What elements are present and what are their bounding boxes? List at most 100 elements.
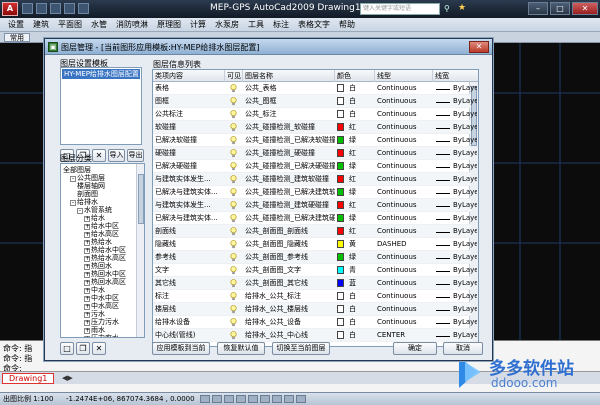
cell-color-name[interactable]: 绿 [347, 161, 375, 172]
cell-lineweight[interactable]: ByLayer [451, 317, 477, 328]
table-row[interactable]: 与建筑实体发生... 公共_碰撞检测_建筑软碰撞 红Continuous ByLaye… [153, 173, 477, 186]
ducs-icon[interactable] [272, 395, 282, 403]
undo-icon[interactable] [64, 3, 75, 14]
cell-lineweight[interactable]: ByLayer [451, 291, 477, 302]
cell-lineweight[interactable]: ByLayer [451, 187, 477, 198]
tree-expander-icon[interactable]: + [84, 336, 90, 337]
cell-layer-name[interactable]: 公共_碰撞检测_已解决建筑软... [243, 187, 335, 198]
osnap-icon[interactable] [248, 395, 258, 403]
cell-color-name[interactable]: 白 [347, 317, 375, 328]
menu-item[interactable]: 帮助 [339, 19, 355, 30]
cell-lineweight[interactable]: ByLayer [451, 109, 477, 120]
cell-lineweight[interactable]: ByLayer [451, 122, 477, 133]
cell-linetype[interactable]: Continuous [375, 213, 433, 224]
cell-linetype[interactable]: Continuous [375, 122, 433, 133]
table-row[interactable]: 软碰撞 公共_碰撞检测_软碰撞 红Continuous ByLayer [153, 121, 477, 134]
dialog-close-button[interactable]: ✕ [469, 41, 489, 53]
color-swatch[interactable] [337, 305, 344, 313]
color-swatch[interactable] [337, 84, 344, 92]
menu-item[interactable]: 工具 [248, 19, 264, 30]
table-row[interactable]: 文字 公共_剖面图_文字 青Continuous ByLayer [153, 264, 477, 277]
cell-color-name[interactable]: 蓝 [347, 278, 375, 289]
cell-layer-name[interactable]: 给排水_公共_中心线 [243, 330, 335, 341]
tab-scroll-arrows[interactable]: ◀▶ [62, 374, 73, 382]
color-swatch[interactable] [337, 253, 344, 261]
cell-lineweight[interactable]: ByLayer [451, 200, 477, 211]
cell-lineweight[interactable]: ByLayer [451, 226, 477, 237]
color-swatch[interactable] [337, 175, 344, 183]
menu-item[interactable]: 标注 [273, 19, 289, 30]
cell-linetype[interactable]: Continuous [375, 317, 433, 328]
lightbulb-icon[interactable] [230, 162, 237, 171]
cell-color-name[interactable]: 白 [347, 304, 375, 315]
snap-icon[interactable] [200, 395, 210, 403]
menu-item[interactable]: 建筑 [33, 19, 49, 30]
cell-layer-name[interactable]: 公共_图框 [243, 96, 335, 107]
table-row[interactable]: 标注 给排水_公共_标注 白Continuous ByLayer [153, 290, 477, 303]
color-swatch[interactable] [337, 162, 344, 170]
cell-layer-name[interactable]: 公共_碰撞检测_已解决软碰撞 [243, 135, 335, 146]
cell-linetype[interactable]: Continuous [375, 278, 433, 289]
cell-lineweight[interactable]: ByLayer [451, 161, 477, 172]
lightbulb-icon[interactable] [230, 240, 237, 249]
cell-lineweight[interactable]: ByLayer [451, 278, 477, 289]
cell-linetype[interactable]: Continuous [375, 148, 433, 159]
cell-layer-name[interactable]: 公共_剖面图_剖面线 [243, 226, 335, 237]
cell-linetype[interactable]: Continuous [375, 265, 433, 276]
ok-button[interactable]: 确定 [393, 342, 437, 355]
lightbulb-icon[interactable] [230, 253, 237, 262]
color-swatch[interactable] [337, 201, 344, 209]
color-swatch[interactable] [337, 331, 344, 339]
tree-scrollbar[interactable] [136, 164, 144, 337]
lightbulb-icon[interactable] [230, 84, 237, 93]
cell-lineweight[interactable]: ByLayer [451, 239, 477, 250]
color-swatch[interactable] [337, 97, 344, 105]
cell-layer-name[interactable]: 公共_剖面图_隐藏线 [243, 239, 335, 250]
cancel-button[interactable]: 取消 [443, 342, 483, 355]
cell-color-name[interactable]: 白 [347, 291, 375, 302]
template-item[interactable]: HY-MEP给排水图层配置 [62, 69, 140, 79]
color-swatch[interactable] [337, 279, 344, 287]
cell-linetype[interactable]: Continuous [375, 161, 433, 172]
cell-color-name[interactable]: 绿 [347, 187, 375, 198]
cell-lineweight[interactable]: ByLayer [451, 213, 477, 224]
cell-lineweight[interactable]: ByLayer [451, 174, 477, 185]
tree-item[interactable]: +压力废水 [84, 334, 119, 337]
cell-linetype[interactable]: Continuous [375, 109, 433, 120]
menu-item[interactable]: 设置 [8, 19, 24, 30]
cell-linetype[interactable]: DASHED [375, 239, 433, 250]
cell-layer-name[interactable]: 公共_碰撞检测_建筑软碰撞 [243, 174, 335, 185]
open-icon[interactable] [36, 3, 47, 14]
dialog-title-bar[interactable]: ▣ 图层管理 - [当前图形应用模板:HY-MEP给排水图层配置] ✕ [45, 39, 492, 55]
table-row[interactable]: 中心线(管线) 给排水_公共_中心线 白CENTER ByLayer [153, 329, 477, 342]
autocad-logo[interactable]: A [2, 2, 18, 16]
cell-layer-name[interactable]: 公共_碰撞检测_已解决建筑硬... [243, 213, 335, 224]
ribbon-tab-common[interactable]: 常用 [4, 33, 30, 42]
lightbulb-icon[interactable] [230, 201, 237, 210]
column-header[interactable]: 可见 [225, 70, 243, 82]
menu-item[interactable]: 原理图 [157, 19, 181, 30]
cell-layer-name[interactable]: 给排水_公共_楼层线 [243, 304, 335, 315]
polar-icon[interactable] [236, 395, 246, 403]
cell-layer-name[interactable]: 公共_剖面图_其它线 [243, 278, 335, 289]
grid-icon[interactable] [212, 395, 222, 403]
lightbulb-icon[interactable] [230, 318, 237, 327]
cell-layer-name[interactable]: 公共_剖面图_参考线 [243, 252, 335, 263]
lightbulb-icon[interactable] [230, 266, 237, 275]
color-swatch[interactable] [337, 123, 344, 131]
color-swatch[interactable] [337, 292, 344, 300]
delete-template-button[interactable]: ✕ [92, 149, 106, 162]
cell-color-name[interactable]: 青 [347, 265, 375, 276]
cell-linetype[interactable]: Continuous [375, 96, 433, 107]
lightbulb-icon[interactable] [230, 331, 237, 340]
table-row[interactable]: 硬碰撞 公共_碰撞检测_硬碰撞 红Continuous ByLayer [153, 147, 477, 160]
lightbulb-icon[interactable] [230, 214, 237, 223]
delete-category-button[interactable]: ✕ [92, 342, 106, 355]
cell-lineweight[interactable]: ByLayer [451, 96, 477, 107]
minimize-button[interactable]: – [528, 2, 548, 15]
cell-lineweight[interactable]: ByLayer [451, 252, 477, 263]
cell-color-name[interactable]: 红 [347, 226, 375, 237]
lightbulb-icon[interactable] [230, 305, 237, 314]
restore-default-button[interactable]: 恢复默认值 [217, 342, 265, 355]
apply-template-button[interactable]: 应用模板到当前 [152, 342, 210, 355]
